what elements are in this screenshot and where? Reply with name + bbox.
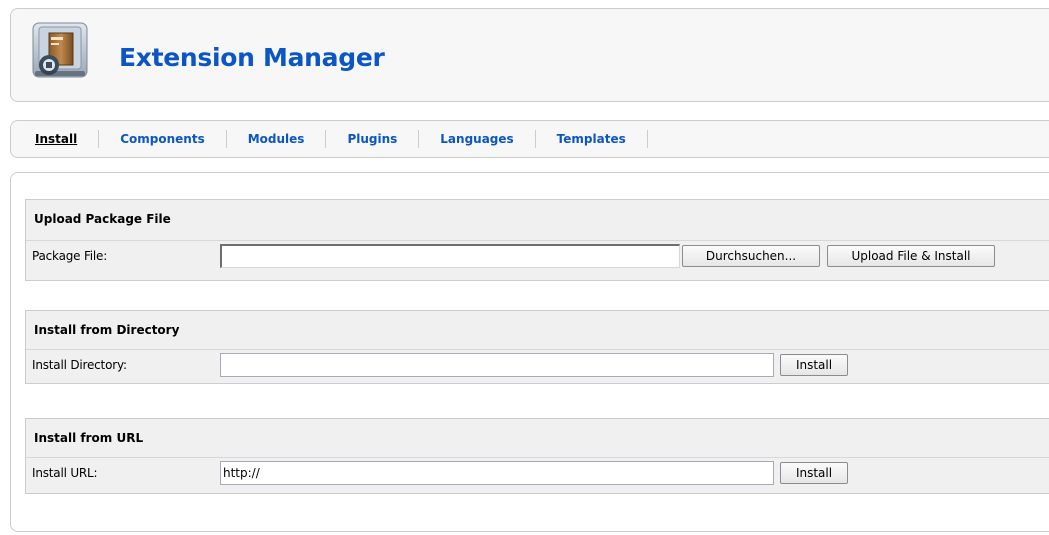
install-directory-section: Install from Directory Install Directory…: [25, 310, 1049, 384]
install-directory-row: Install Directory: Install: [26, 349, 1049, 380]
install-directory-input[interactable]: [220, 353, 774, 377]
install-directory-button[interactable]: Install: [780, 354, 848, 376]
install-url-input[interactable]: [220, 461, 774, 485]
install-url-section: Install from URL Install URL: Install: [25, 418, 1049, 494]
tab-plugins[interactable]: Plugins: [326, 130, 420, 148]
tab-components[interactable]: Components: [99, 130, 227, 148]
upload-package-section: Upload Package File Package File: Durchs…: [25, 199, 1049, 281]
page-header: Extension Manager: [10, 8, 1049, 102]
install-url-label: Install URL:: [32, 466, 98, 480]
upload-package-row: Package File: Durchsuchen... Upload File…: [26, 240, 1049, 271]
install-url-title: Install from URL: [34, 431, 144, 445]
tab-languages[interactable]: Languages: [419, 130, 536, 148]
package-file-input[interactable]: [220, 244, 680, 268]
browse-button[interactable]: Durchsuchen...: [682, 245, 820, 267]
package-file-label: Package File:: [32, 249, 108, 263]
tab-install[interactable]: Install: [35, 130, 100, 148]
upload-package-title: Upload Package File: [34, 212, 171, 226]
tab-templates[interactable]: Templates: [536, 130, 648, 148]
install-directory-label: Install Directory:: [32, 358, 127, 372]
page-title: Extension Manager: [119, 43, 385, 72]
extension-box-icon: [32, 22, 88, 78]
upload-install-button[interactable]: Upload File & Install: [827, 245, 995, 267]
install-url-button[interactable]: Install: [780, 462, 848, 484]
tab-modules[interactable]: Modules: [227, 130, 327, 148]
install-url-row: Install URL: Install: [26, 457, 1049, 488]
install-directory-title: Install from Directory: [34, 323, 180, 337]
tab-bar: Install Components Modules Plugins Langu…: [10, 120, 1049, 158]
install-panel: Upload Package File Package File: Durchs…: [10, 172, 1049, 532]
